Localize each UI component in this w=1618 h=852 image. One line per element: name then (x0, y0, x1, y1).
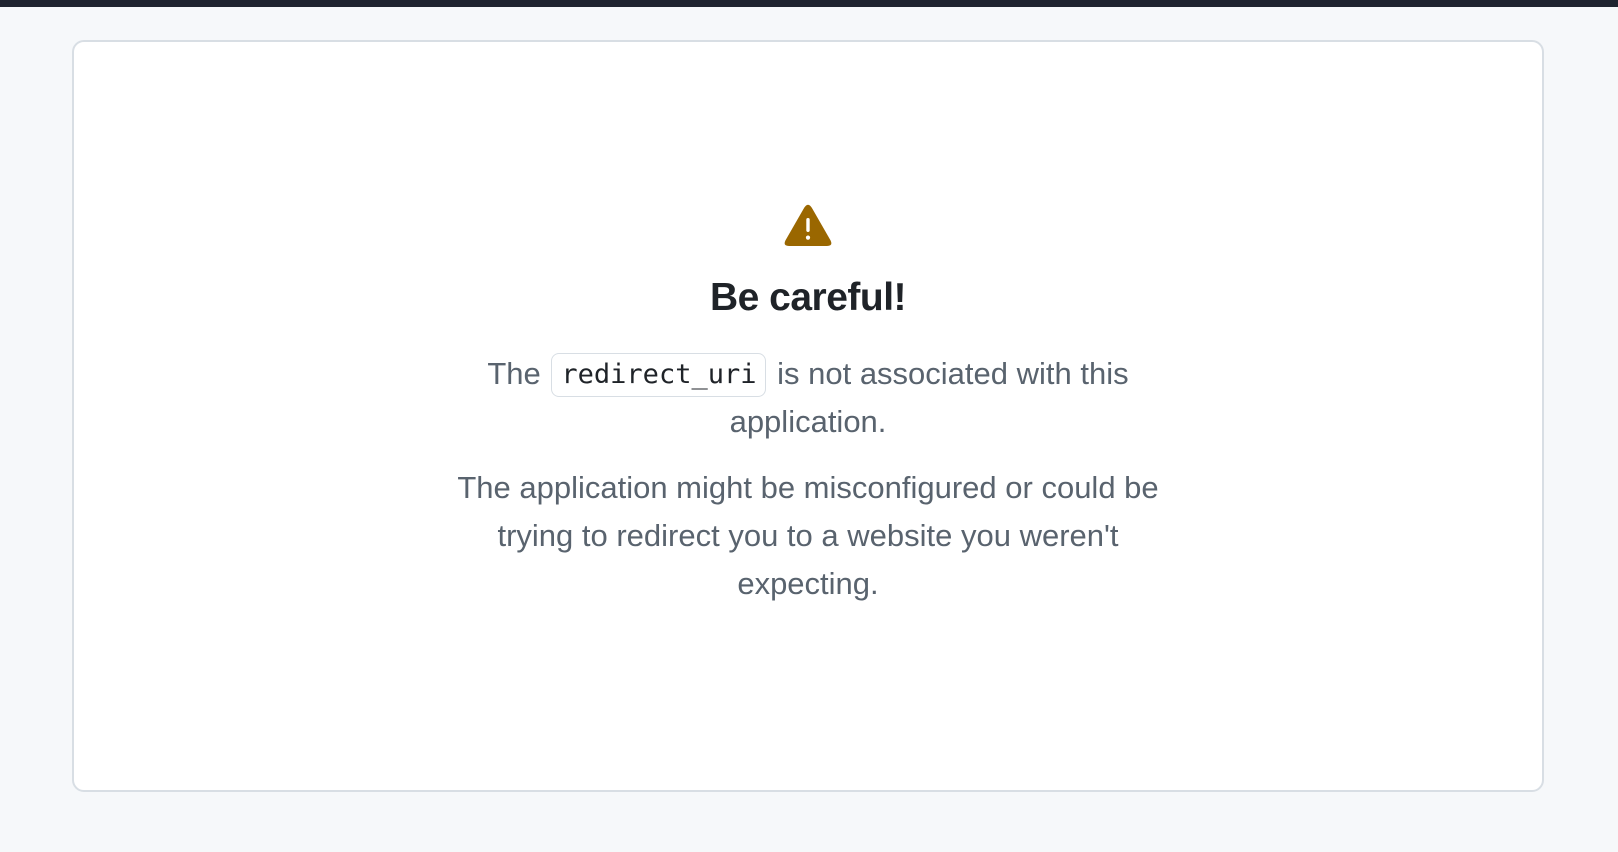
page-title: Be careful! (709, 276, 907, 319)
top-header-bar (0, 0, 1618, 7)
alert-triangle-icon (784, 204, 832, 246)
message-suffix: is not associated with this application. (729, 356, 1129, 439)
message-prefix: The (487, 356, 541, 391)
error-card: Be careful! The redirect_uri is not asso… (72, 40, 1544, 792)
redirect-uri-code: redirect_uri (551, 353, 767, 397)
error-content: Be careful! The redirect_uri is not asso… (428, 204, 1188, 608)
error-detail: The application might be misconfigured o… (457, 470, 1159, 601)
error-message: The redirect_uri is not associated with … (428, 350, 1188, 446)
